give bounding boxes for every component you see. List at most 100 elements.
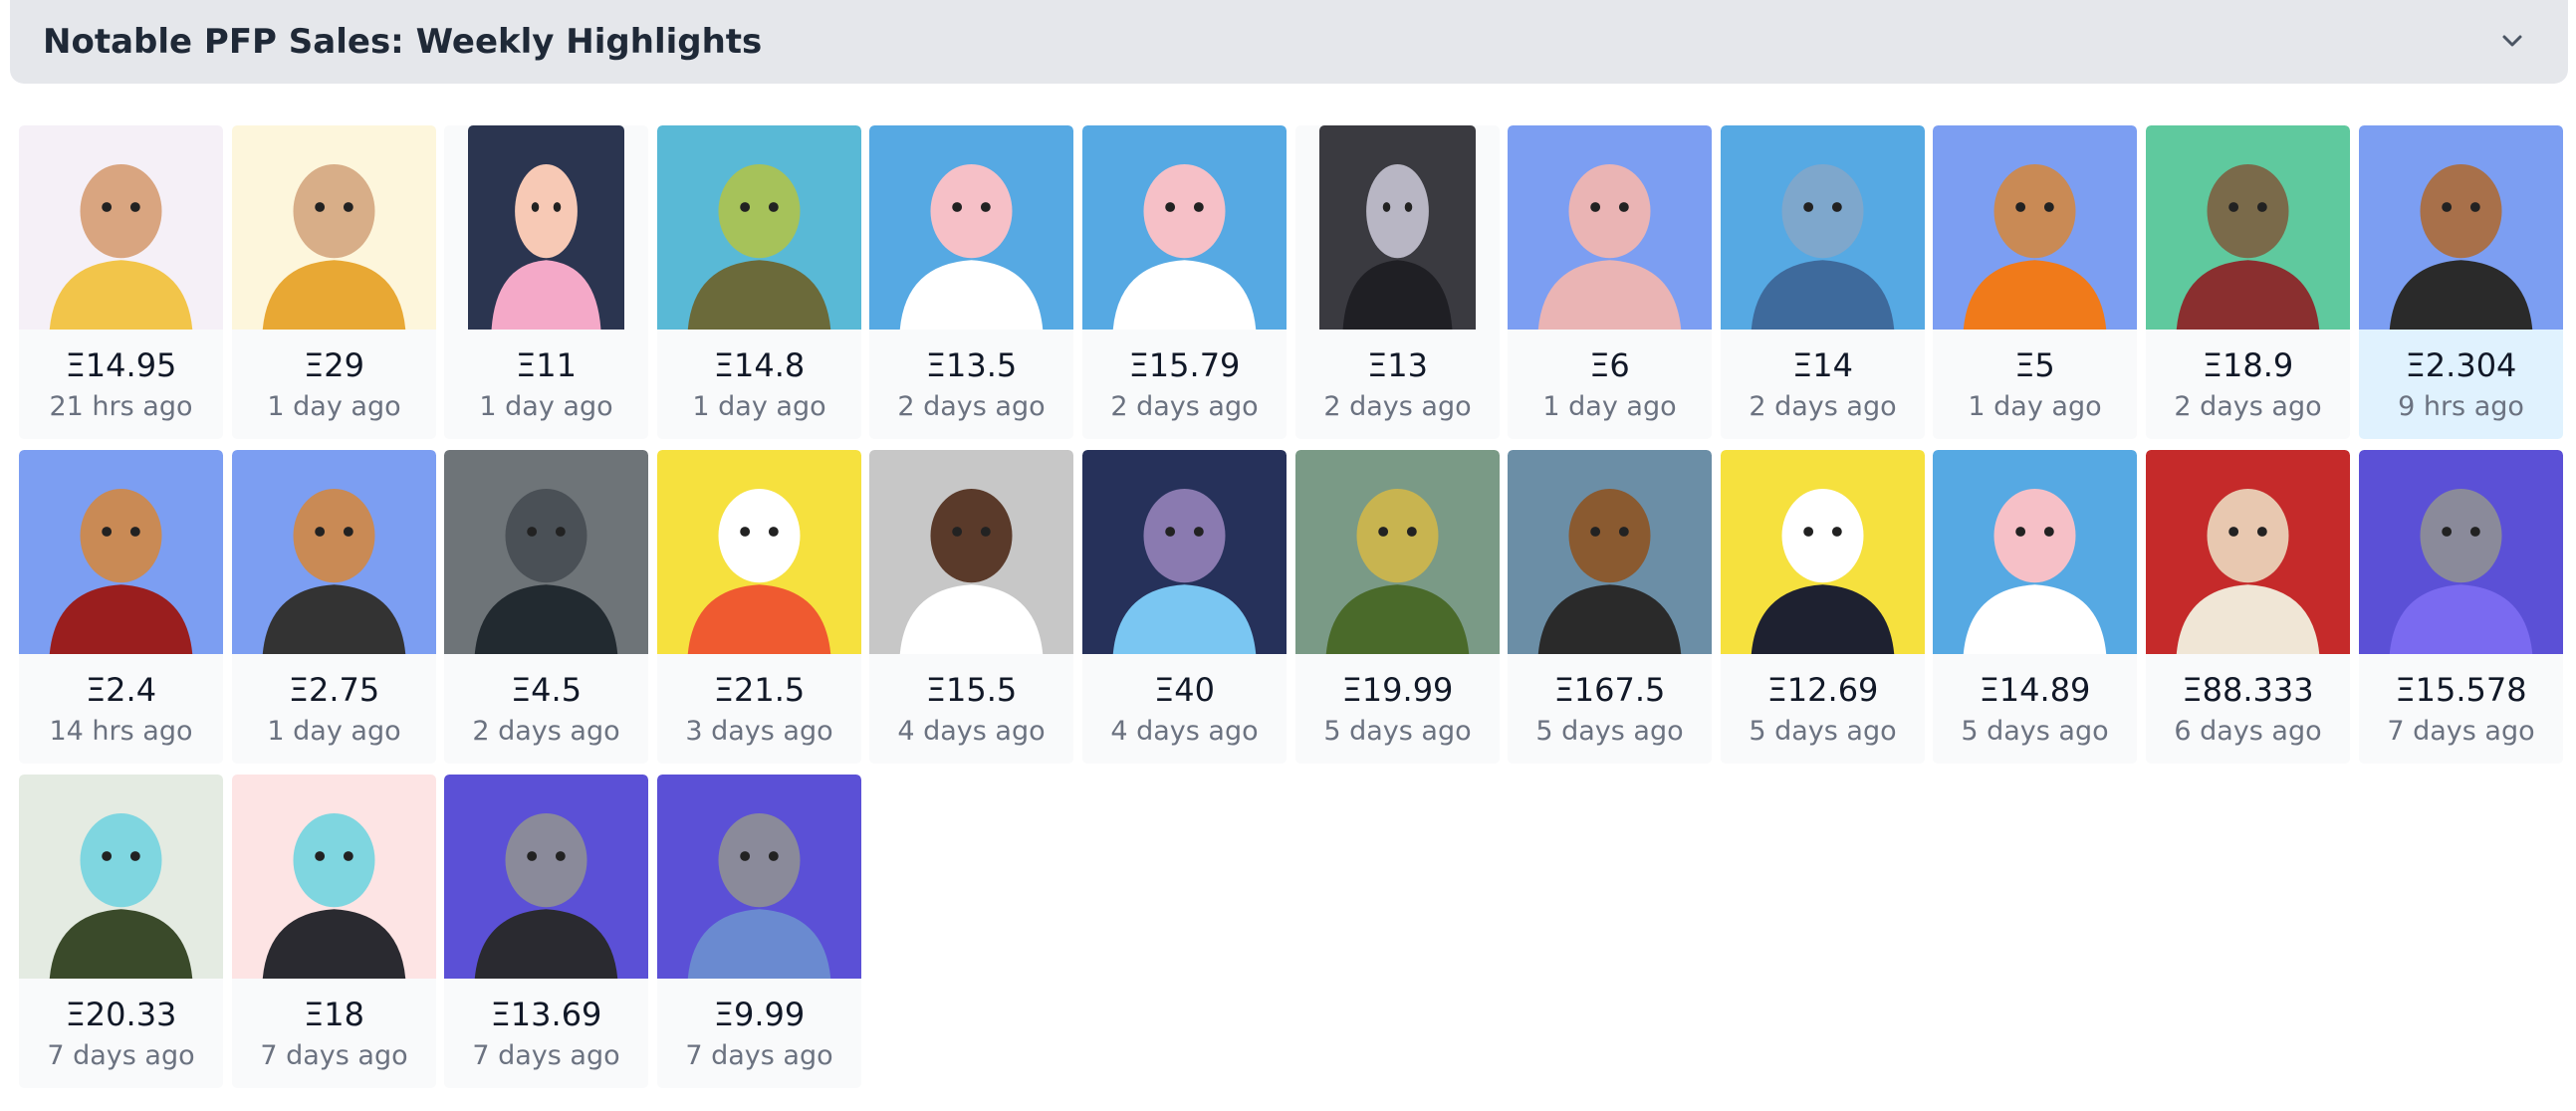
- sale-card[interactable]: Ξ2.4 14 hrs ago: [19, 450, 223, 764]
- sale-price: Ξ19.99: [1341, 671, 1454, 709]
- sale-card[interactable]: Ξ11 1 day ago: [444, 125, 648, 439]
- sale-price: Ξ9.99: [713, 996, 806, 1033]
- chevron-down-icon[interactable]: [2498, 27, 2526, 55]
- sale-time: 1 day ago: [1968, 391, 2102, 422]
- sale-price: Ξ14.8: [713, 346, 806, 384]
- nft-thumbnail[interactable]: [1933, 450, 2137, 654]
- sale-price: Ξ14.89: [1979, 671, 2091, 709]
- sale-card[interactable]: Ξ9.99 7 days ago: [657, 775, 861, 1088]
- sale-card[interactable]: Ξ29 1 day ago: [232, 125, 436, 439]
- nft-thumbnail[interactable]: [1508, 450, 1712, 654]
- nft-thumbnail[interactable]: [1508, 125, 1712, 330]
- nft-thumbnail[interactable]: [1295, 450, 1500, 654]
- nft-thumbnail[interactable]: [2146, 450, 2350, 654]
- sale-card[interactable]: Ξ12.69 5 days ago: [1721, 450, 1925, 764]
- nft-thumbnail[interactable]: [468, 125, 624, 330]
- sale-price: Ξ6: [1589, 346, 1630, 384]
- sale-card[interactable]: Ξ21.5 3 days ago: [657, 450, 861, 764]
- sale-time: 3 days ago: [685, 716, 833, 747]
- nft-avatar-image: [1319, 125, 1476, 330]
- nft-avatar-image: [1508, 125, 1712, 330]
- nft-thumbnail[interactable]: [2359, 450, 2563, 654]
- sale-price: Ξ40: [1154, 671, 1215, 709]
- sale-card[interactable]: Ξ14.8 1 day ago: [657, 125, 861, 439]
- nft-thumbnail[interactable]: [1082, 125, 1287, 330]
- nft-thumbnail[interactable]: [19, 450, 223, 654]
- nft-thumbnail[interactable]: [232, 450, 436, 654]
- sale-time: 14 hrs ago: [49, 716, 193, 747]
- nft-avatar-image: [19, 450, 223, 654]
- sale-price: Ξ18: [304, 996, 364, 1033]
- nft-thumbnail[interactable]: [2359, 125, 2563, 330]
- section-title: Notable PFP Sales: Weekly Highlights: [43, 22, 763, 62]
- sale-card[interactable]: Ξ2.304 9 hrs ago: [2359, 125, 2563, 439]
- sale-card[interactable]: Ξ18 7 days ago: [232, 775, 436, 1088]
- sale-price: Ξ4.5: [510, 671, 583, 709]
- sale-card[interactable]: Ξ20.33 7 days ago: [19, 775, 223, 1088]
- sale-time: 5 days ago: [1749, 716, 1897, 747]
- nft-thumbnail[interactable]: [657, 775, 861, 979]
- sale-time: 7 days ago: [260, 1040, 408, 1071]
- nft-thumbnail[interactable]: [232, 775, 436, 979]
- nft-thumbnail[interactable]: [1933, 125, 2137, 330]
- sale-card[interactable]: Ξ167.5 5 days ago: [1508, 450, 1712, 764]
- sale-card[interactable]: Ξ13 2 days ago: [1295, 125, 1500, 439]
- nft-avatar-image: [232, 125, 436, 330]
- sale-time: 5 days ago: [1535, 716, 1684, 747]
- sale-time: 1 day ago: [479, 391, 613, 422]
- sale-time: 2 days ago: [1323, 391, 1472, 422]
- sale-price: Ξ2.4: [85, 671, 157, 709]
- sale-time: 7 days ago: [47, 1040, 195, 1071]
- sale-time: 2 days ago: [897, 391, 1046, 422]
- nft-thumbnail[interactable]: [1721, 125, 1925, 330]
- nft-thumbnail[interactable]: [232, 125, 436, 330]
- sale-card[interactable]: Ξ14.95 21 hrs ago: [19, 125, 223, 439]
- sale-card[interactable]: Ξ19.99 5 days ago: [1295, 450, 1500, 764]
- sale-card[interactable]: Ξ4.5 2 days ago: [444, 450, 648, 764]
- nft-thumbnail[interactable]: [1319, 125, 1476, 330]
- nft-thumbnail[interactable]: [869, 125, 1073, 330]
- sale-price: Ξ13.69: [490, 996, 602, 1033]
- sale-card[interactable]: Ξ5 1 day ago: [1933, 125, 2137, 439]
- sale-price: Ξ21.5: [713, 671, 806, 709]
- nft-avatar-image: [19, 775, 223, 979]
- sale-time: 1 day ago: [692, 391, 826, 422]
- sale-card[interactable]: Ξ40 4 days ago: [1082, 450, 1287, 764]
- sale-time: 2 days ago: [1110, 391, 1259, 422]
- nft-thumbnail[interactable]: [19, 775, 223, 979]
- sale-time: 7 days ago: [2387, 716, 2535, 747]
- sale-card[interactable]: Ξ18.9 2 days ago: [2146, 125, 2350, 439]
- nft-thumbnail[interactable]: [444, 775, 648, 979]
- sale-price: Ξ5: [2014, 346, 2055, 384]
- sale-card[interactable]: Ξ2.75 1 day ago: [232, 450, 436, 764]
- sale-card[interactable]: Ξ15.79 2 days ago: [1082, 125, 1287, 439]
- sale-card[interactable]: Ξ15.5 4 days ago: [869, 450, 1073, 764]
- sale-card[interactable]: Ξ13.5 2 days ago: [869, 125, 1073, 439]
- nft-thumbnail[interactable]: [657, 125, 861, 330]
- sale-card[interactable]: Ξ88.333 6 days ago: [2146, 450, 2350, 764]
- nft-thumbnail[interactable]: [657, 450, 861, 654]
- nft-thumbnail[interactable]: [444, 450, 648, 654]
- sale-card[interactable]: Ξ6 1 day ago: [1508, 125, 1712, 439]
- nft-thumbnail[interactable]: [869, 450, 1073, 654]
- nft-thumbnail[interactable]: [19, 125, 223, 330]
- sale-card[interactable]: Ξ15.578 7 days ago: [2359, 450, 2563, 764]
- sale-time: 2 days ago: [472, 716, 620, 747]
- sale-time: 1 day ago: [267, 391, 401, 422]
- sale-price: Ξ2.304: [2405, 346, 2517, 384]
- nft-thumbnail[interactable]: [1721, 450, 1925, 654]
- sale-time: 9 hrs ago: [2398, 391, 2524, 422]
- sale-time: 5 days ago: [1961, 716, 2109, 747]
- nft-thumbnail[interactable]: [2146, 125, 2350, 330]
- sale-card[interactable]: Ξ14 2 days ago: [1721, 125, 1925, 439]
- nft-avatar-image: [1082, 125, 1287, 330]
- collapsible-header[interactable]: Notable PFP Sales: Weekly Highlights: [10, 0, 2568, 84]
- nft-avatar-image: [1508, 450, 1712, 654]
- sale-time: 21 hrs ago: [49, 391, 193, 422]
- sale-card[interactable]: Ξ13.69 7 days ago: [444, 775, 648, 1088]
- sale-price: Ξ2.75: [288, 671, 380, 709]
- sale-card[interactable]: Ξ14.89 5 days ago: [1933, 450, 2137, 764]
- nft-avatar-image: [468, 125, 624, 330]
- nft-avatar-image: [657, 775, 861, 979]
- nft-thumbnail[interactable]: [1082, 450, 1287, 654]
